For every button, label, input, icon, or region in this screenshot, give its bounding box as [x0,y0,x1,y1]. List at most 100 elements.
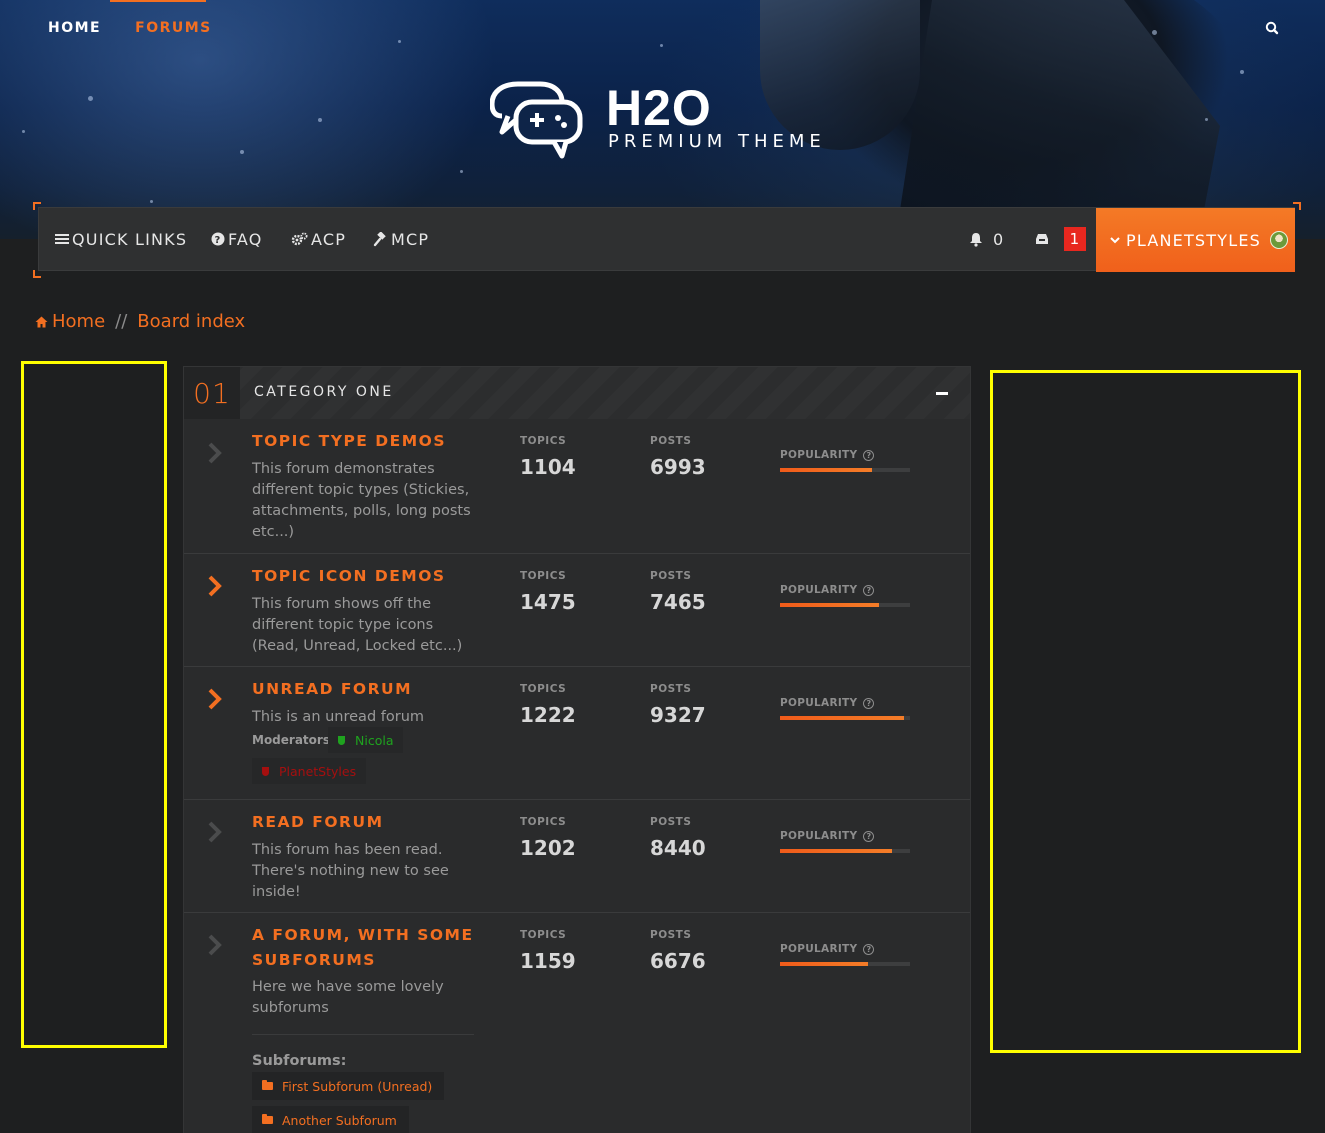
pm-count-badge: 1 [1064,227,1086,251]
posts-count: 7465 [650,590,706,614]
question-circle-icon: ? [863,697,875,709]
category-header: 01 CATEGORY ONE [184,367,970,419]
avatar [1270,231,1289,249]
topics-label: TOPICS [520,816,567,828]
popularity-label: POPULARITY? [780,449,875,461]
forum-title[interactable]: TOPIC TYPE DEMOS [252,429,482,454]
gavel-icon [373,231,388,247]
topics-label: TOPICS [520,435,567,447]
logo-title: H2O [606,80,712,136]
topics-label: TOPICS [520,683,567,695]
notifications-button[interactable]: 0 [969,208,1004,270]
forum-row: TOPIC ICON DEMOS This forum shows off th… [184,554,970,667]
posts-count: 8440 [650,836,706,860]
forum-row: UNREAD FORUM This is an unread forum Mod… [184,667,970,800]
forum-description: Here we have some lovely subforums [252,979,444,1016]
popularity-bar [780,603,910,607]
topics-count: 1104 [520,455,576,479]
posts-label: POSTS [650,816,692,828]
search-icon[interactable] [1262,18,1282,38]
topics-label: TOPICS [520,929,567,941]
forum-title[interactable]: UNREAD FORUM [252,677,482,702]
subforum-link[interactable]: First Subforum (Unread) [252,1072,445,1100]
svg-text:?: ? [214,235,221,246]
chevron-right-icon [204,574,226,598]
site-logo[interactable]: H2O PREMIUM THEME [490,80,830,160]
subforum-divider [252,1034,474,1035]
question-circle-icon: ? [863,943,875,955]
popularity-bar [780,468,910,472]
faq-link[interactable]: ? FAQ [211,208,263,270]
breadcrumb-board-index[interactable]: Board index [137,311,245,332]
question-circle-icon: ? [211,232,225,246]
forum-title[interactable]: TOPIC ICON DEMOS [252,564,482,589]
minus-icon[interactable] [936,392,948,395]
topics-count: 1222 [520,703,576,727]
nav-forums[interactable]: FORUMS [135,20,212,36]
nav-home[interactable]: HOME [48,20,101,36]
shield-icon [262,766,269,776]
subforum-link[interactable]: Another Subforum [252,1106,409,1133]
cogs-icon [291,232,308,246]
right-sidebar-placeholder [990,370,1301,1053]
mcp-link[interactable]: MCP [373,208,429,270]
forum-row: TOPIC TYPE DEMOS This forum demonstrates… [184,419,970,554]
bell-icon [969,232,983,247]
popularity-label: POPULARITY? [780,584,875,596]
subforum-name: First Subforum (Unread) [282,1078,433,1094]
forum-row: A FORUM, WITH SOME SUBFORUMS Here we hav… [184,913,970,1133]
breadcrumb-separator: // [115,311,128,332]
category-title[interactable]: CATEGORY ONE [254,384,394,400]
chevron-down-icon [1110,236,1120,244]
category-panel: 01 CATEGORY ONE TOPIC TYPE DEMOS This fo… [183,366,971,1133]
acp-link[interactable]: ACP [291,208,346,270]
active-tab-indicator [110,0,206,2]
posts-label: POSTS [650,570,692,582]
folder-icon [262,1114,273,1124]
topics-count: 1475 [520,590,576,614]
forum-description: This forum demonstrates different topic … [252,461,471,540]
user-menu-button[interactable]: PLANETSTYLES [1096,208,1295,272]
posts-label: POSTS [650,683,692,695]
breadcrumb: Home // Board index [35,311,245,332]
quick-links-menu[interactable]: QUICK LINKS [55,208,187,270]
home-icon [35,316,48,328]
topics-count: 1159 [520,949,576,973]
question-circle-icon: ? [863,830,875,842]
chevron-right-icon [204,441,226,465]
inbox-icon [1035,233,1049,245]
topics-count: 1202 [520,836,576,860]
chevron-right-icon [204,933,226,957]
forum-title[interactable]: A FORUM, WITH SOME SUBFORUMS [252,923,482,973]
category-number: 01 [184,367,240,419]
moderators-label: Moderators: [252,733,335,747]
posts-label: POSTS [650,435,692,447]
username-label: PLANETSTYLES [1126,230,1262,250]
chevron-right-icon [204,820,226,844]
forum-title[interactable]: READ FORUM [252,810,482,835]
moderator-name: PlanetStyles [279,763,357,779]
popularity-bar [780,849,910,853]
left-sidebar-placeholder [21,361,167,1048]
posts-count: 9327 [650,703,706,727]
moderator-tag[interactable]: Nicola [328,727,404,753]
posts-count: 6676 [650,949,706,973]
chat-gamepad-logo-icon [490,81,583,159]
chevron-right-icon [204,687,226,711]
posts-count: 6993 [650,455,706,479]
shield-icon [338,735,345,745]
private-messages-button[interactable]: 1 [1035,208,1086,270]
breadcrumb-home[interactable]: Home [52,311,105,332]
moderator-name: Nicola [355,732,394,748]
question-circle-icon: ? [863,584,875,596]
forum-description: This forum shows off the different topic… [252,596,463,654]
logo-subtitle: PREMIUM THEME [608,131,826,152]
notifications-count: 0 [993,229,1005,249]
hamburger-icon [55,233,69,245]
forum-description: This forum has been read. There's nothin… [252,842,449,900]
faq-label: FAQ [228,229,263,249]
forum-description: This is an unread forum [252,709,425,725]
acp-label: ACP [311,229,347,249]
moderator-tag[interactable]: PlanetStyles [252,758,367,784]
topics-label: TOPICS [520,570,567,582]
